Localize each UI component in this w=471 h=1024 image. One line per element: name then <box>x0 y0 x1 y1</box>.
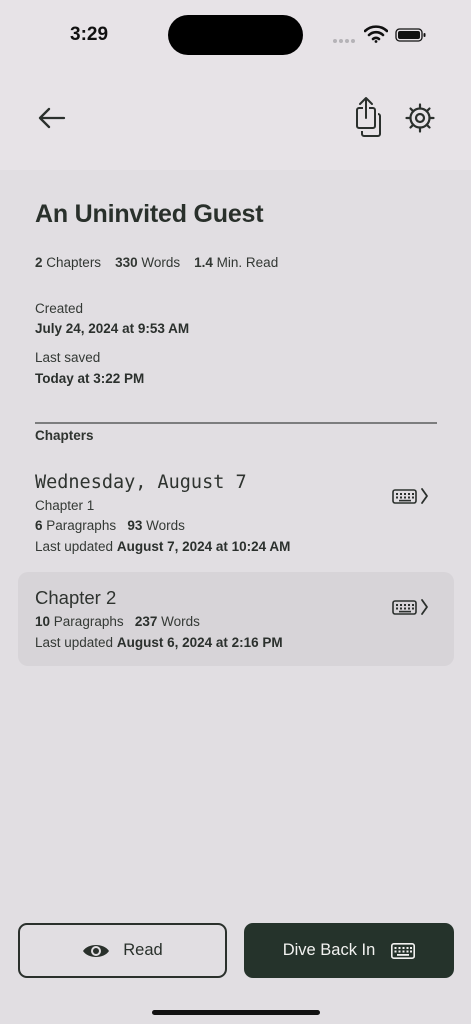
section-divider <box>35 422 437 424</box>
chapters-heading: Chapters <box>35 428 94 443</box>
read-button-label: Read <box>123 941 163 959</box>
battery-icon <box>395 28 426 42</box>
status-time: 3:29 <box>70 24 109 45</box>
created-value: July 24, 2024 at 9:53 AM <box>35 321 190 336</box>
share-icon <box>356 97 381 137</box>
story-stats: 2 Chapters 330 Words 1.4 Min. Read <box>35 255 278 270</box>
keyboard-icon <box>391 942 416 959</box>
chapter-counts: 6 Paragraphs 93 Words <box>35 518 185 533</box>
last-saved-label: Last saved <box>35 350 101 365</box>
stat-read-time: 1.4 Min. Read <box>194 255 279 270</box>
home-indicator <box>152 1010 320 1015</box>
chapter-title: Wednesday, August 7 <box>35 472 247 493</box>
story-title: An Uninvited Guest <box>35 200 264 228</box>
chapter-subtitle: Chapter 1 <box>35 498 95 513</box>
cellular-signal-icon <box>333 38 357 44</box>
share-button[interactable] <box>346 94 390 140</box>
chapter-title: Chapter 2 <box>35 587 117 608</box>
chapter-counts: 10 Paragraphs 237 Words <box>35 614 200 629</box>
arrow-left-icon <box>38 107 66 129</box>
keyboard-chevron-icon <box>392 599 428 615</box>
wifi-icon <box>364 25 388 43</box>
stat-chapters: 2 Chapters <box>35 255 102 270</box>
last-saved-value: Today at 3:22 PM <box>35 371 145 386</box>
created-label: Created <box>35 301 84 316</box>
keyboard-chevron-icon <box>392 488 428 504</box>
stat-words: 330 Words <box>115 255 181 270</box>
chapter-updated: Last updated August 6, 2024 at 2:16 PM <box>35 635 283 650</box>
gear-icon <box>405 103 435 133</box>
back-button[interactable] <box>30 98 74 138</box>
dive-back-in-label: Dive Back In <box>282 941 376 959</box>
eye-icon <box>83 944 110 957</box>
dive-back-in-button[interactable]: Dive Back In <box>244 923 454 978</box>
chapter-row[interactable]: Chapter 2 10 Paragraphs 237 Words Last u… <box>18 572 454 666</box>
chapter-updated: Last updated August 7, 2024 at 10:24 AM <box>35 539 291 554</box>
settings-button[interactable] <box>398 96 442 140</box>
dynamic-island <box>168 15 303 55</box>
chapter-row[interactable]: Wednesday, August 7 Chapter 1 6 Paragrap… <box>18 462 454 562</box>
read-button[interactable]: Read <box>18 923 227 978</box>
